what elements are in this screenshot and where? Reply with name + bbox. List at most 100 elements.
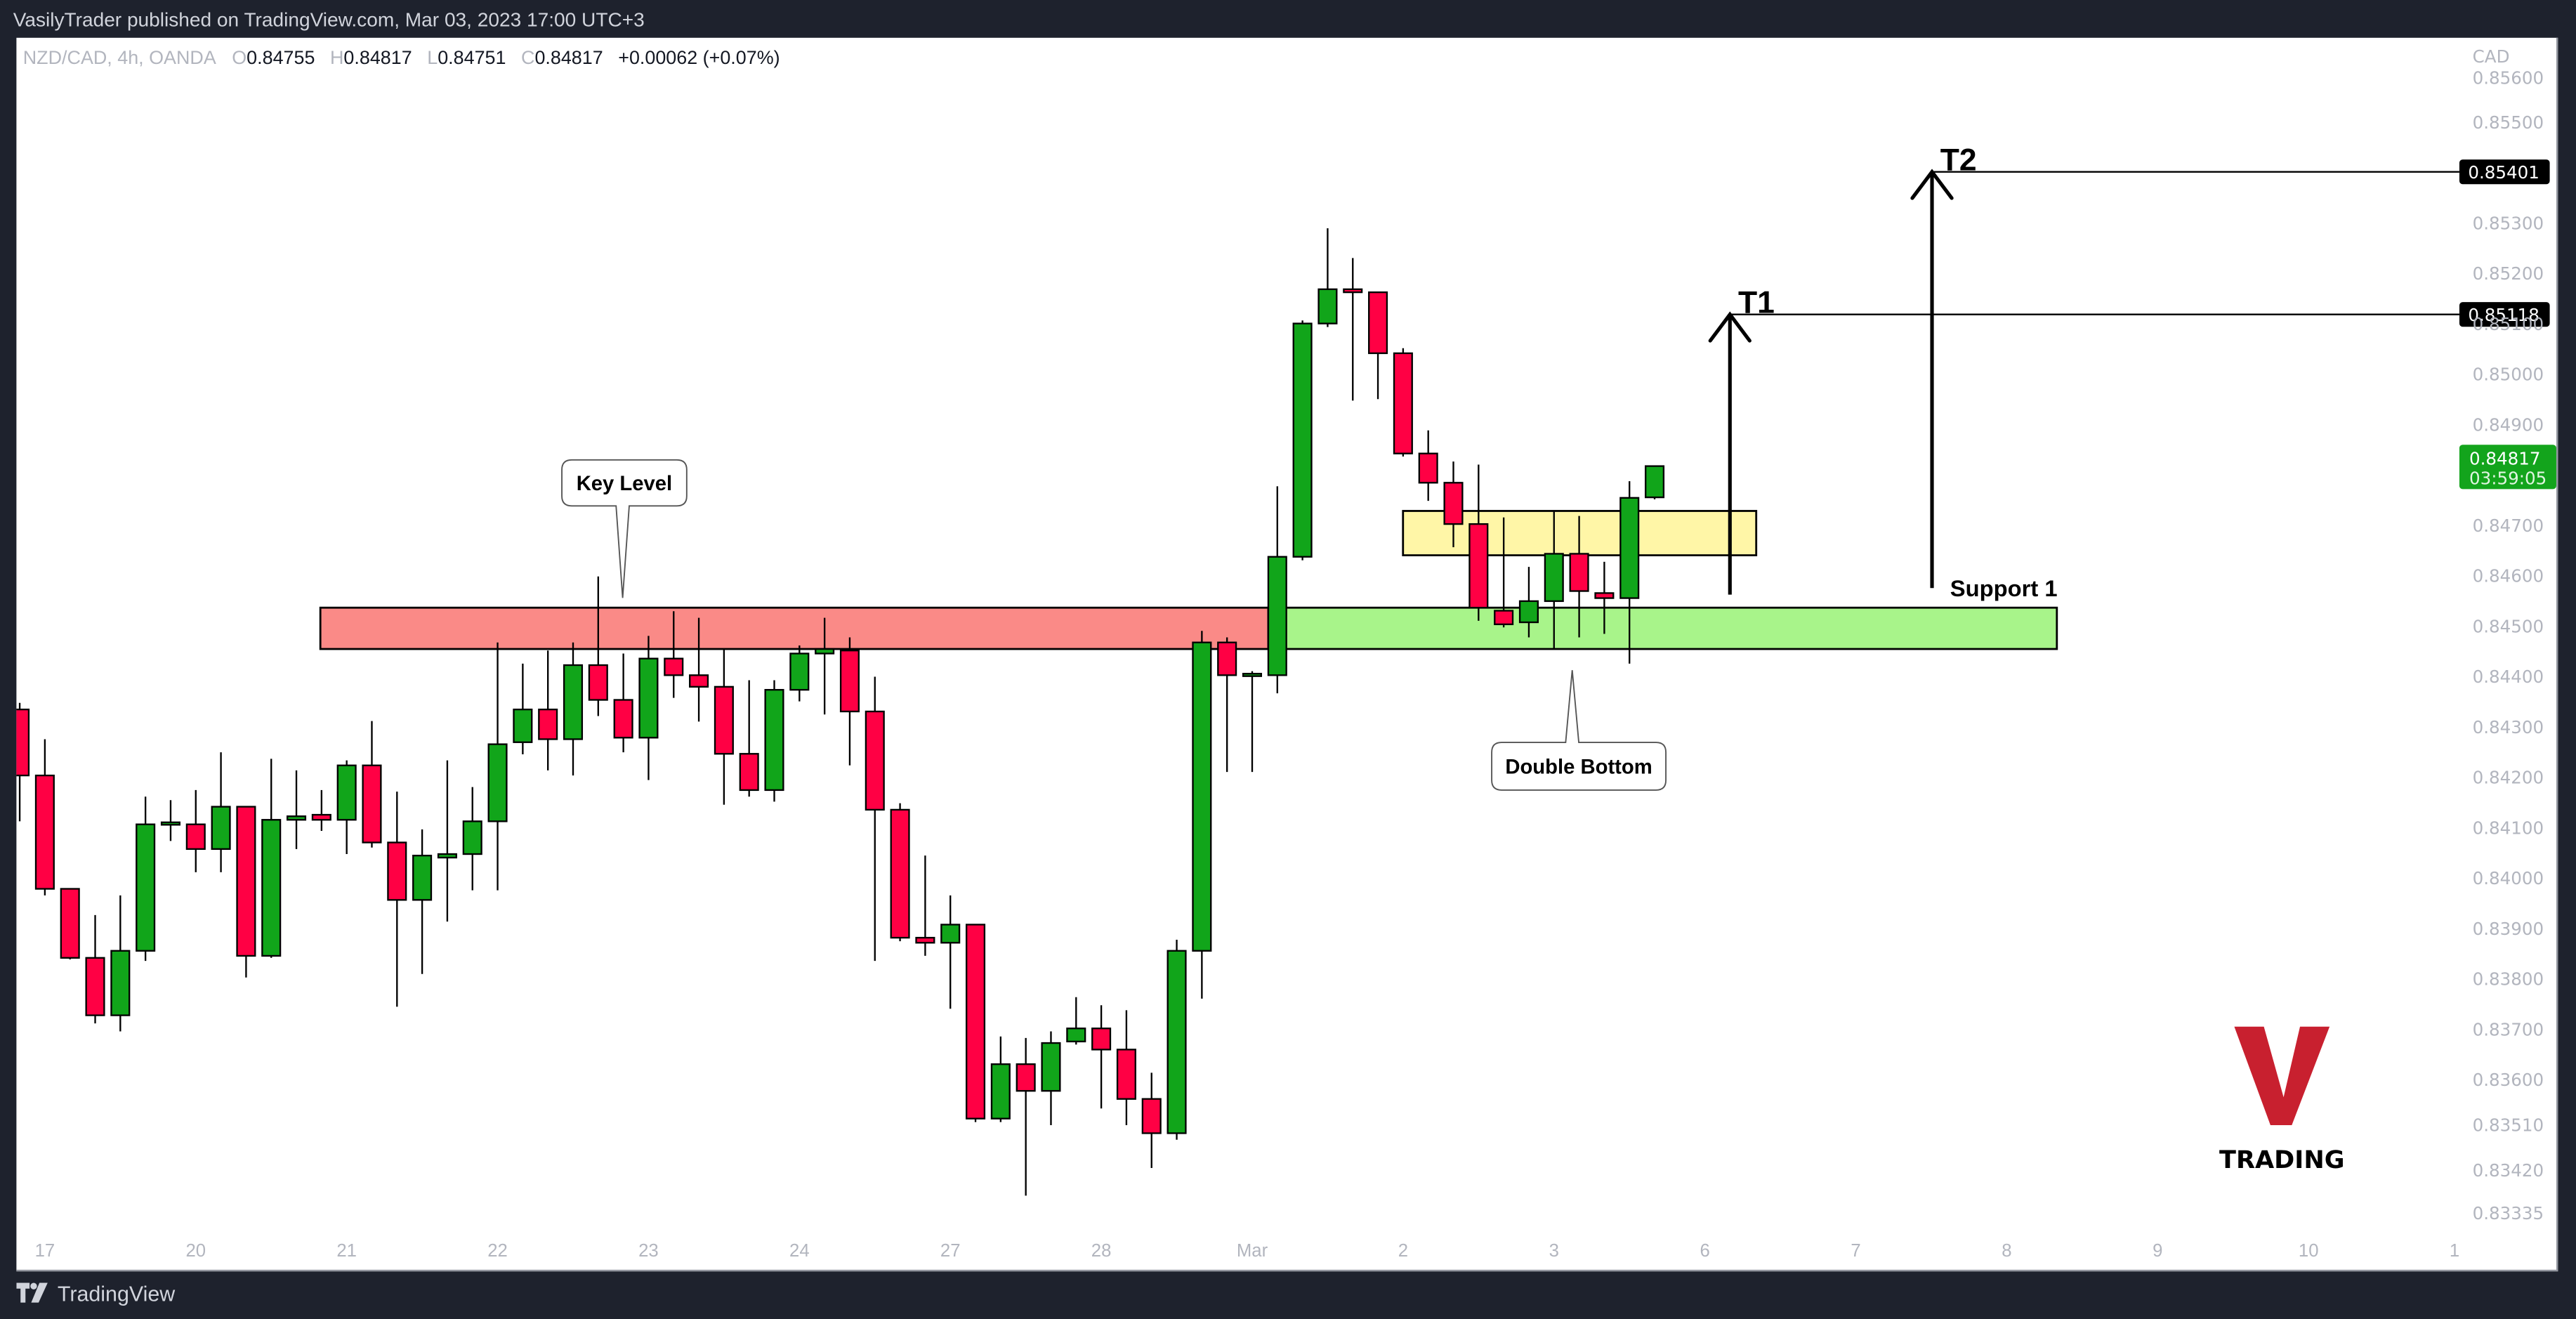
price-tick: 0.84600 — [2473, 566, 2544, 586]
time-tick: 3 — [1549, 1241, 1559, 1261]
double-bottom-callout: Double Bottom — [1491, 670, 1667, 791]
candle-body — [136, 823, 156, 952]
candle — [613, 653, 633, 753]
candle-body — [1192, 641, 1212, 952]
watermark-text: TRADING — [2219, 1146, 2344, 1174]
open-value: 0.84755 — [247, 49, 315, 70]
candle — [211, 752, 231, 872]
time-tick: 28 — [1091, 1241, 1112, 1261]
candle — [739, 680, 759, 797]
candle-body — [1468, 523, 1489, 609]
candle — [563, 642, 584, 776]
candle — [1192, 631, 1212, 999]
candle — [1116, 1010, 1136, 1125]
candle — [965, 924, 986, 1122]
time-tick: 24 — [789, 1241, 810, 1261]
candle-body — [789, 652, 810, 691]
candle-body — [387, 841, 407, 901]
high-label: H — [329, 49, 344, 70]
candle-body — [1518, 600, 1539, 624]
time-tick: 23 — [638, 1241, 659, 1261]
candle-body — [1343, 288, 1363, 294]
candle — [513, 663, 533, 754]
price-tick: 0.84100 — [2473, 818, 2544, 838]
candle — [236, 806, 256, 978]
price-tick: 0.83600 — [2473, 1070, 2544, 1090]
low-value: 0.84751 — [438, 49, 506, 70]
candle — [1217, 637, 1237, 773]
chart-canvas[interactable]: Key Level Double Bottom Support 1T1 0.85118… — [0, 0, 2576, 1319]
candle-body — [1267, 556, 1287, 676]
time-tick: 10 — [2299, 1241, 2319, 1261]
candle-body — [1317, 288, 1338, 324]
candle — [412, 829, 433, 974]
candle-body — [940, 924, 961, 944]
time-tick: 22 — [487, 1241, 508, 1261]
time-tick: 21 — [336, 1241, 357, 1261]
price-tag-label: 0.85401 — [2468, 162, 2539, 183]
support-zone — [1267, 606, 2058, 650]
candle-body — [85, 957, 105, 1016]
candle — [487, 642, 508, 891]
low-label: L — [427, 49, 438, 70]
price-tick: 0.85600 — [2473, 67, 2544, 88]
candle-body — [1494, 610, 1514, 626]
candle-body — [890, 808, 910, 939]
candle — [1343, 258, 1363, 401]
footer-brand[interactable]: TradingView — [16, 1281, 175, 1306]
candle-body — [538, 708, 558, 740]
candle-body — [60, 888, 80, 959]
time-tick: 17 — [35, 1241, 55, 1261]
candle — [1167, 939, 1187, 1140]
time-tick: 2 — [1398, 1241, 1408, 1261]
candle — [16, 702, 30, 822]
t2-target: T2 0.85401 — [1910, 143, 2550, 589]
target-label: T1 — [1738, 285, 1775, 320]
candle-body — [1644, 465, 1665, 499]
candle — [1368, 291, 1388, 400]
price-tick: 0.85500 — [2473, 112, 2544, 133]
candle-body — [261, 819, 282, 957]
candle — [437, 760, 457, 922]
candle — [336, 760, 357, 855]
price-tick: 0.84500 — [2473, 616, 2544, 636]
candle — [110, 895, 131, 1032]
candle-body — [160, 821, 180, 826]
candle-body — [1141, 1098, 1162, 1134]
candle-body — [34, 774, 55, 890]
tradingview-logo-icon — [16, 1282, 48, 1302]
candle — [311, 789, 331, 832]
time-tick: 20 — [185, 1241, 206, 1261]
price-tick: 0.83700 — [2473, 1019, 2544, 1039]
candle — [1468, 464, 1489, 621]
support-1-label: Support 1 — [1950, 575, 2058, 601]
candle-body — [613, 699, 633, 739]
candle-body — [839, 650, 860, 713]
candle-body — [865, 710, 885, 811]
candle — [1141, 1072, 1162, 1168]
candle — [1393, 348, 1413, 457]
candle-body — [1443, 482, 1464, 525]
price-tick: 0.84900 — [2473, 414, 2544, 435]
candle-body — [1393, 352, 1413, 454]
close-value: 0.84817 — [534, 49, 603, 70]
candle — [1066, 997, 1086, 1045]
candle — [1292, 320, 1313, 560]
candle — [990, 1036, 1011, 1122]
open-label: O — [232, 49, 247, 70]
symbol-info[interactable]: NZD/CAD, 4h, OANDA — [23, 49, 216, 69]
candle — [538, 650, 558, 770]
bar-countdown-label: 03:59:05 — [2469, 468, 2547, 488]
candle — [387, 792, 407, 1007]
candle-body — [1041, 1042, 1061, 1092]
candle — [638, 636, 659, 780]
close-label: C — [520, 49, 535, 70]
candle-body — [462, 820, 482, 855]
candle-body — [16, 708, 30, 777]
v-trading-watermark: TRADING — [2219, 1026, 2345, 1174]
change-value: +0.00062 (+0.07%) — [618, 49, 780, 70]
candle — [261, 759, 282, 958]
candle — [890, 803, 910, 942]
candle-body — [1619, 497, 1640, 599]
candle — [136, 796, 156, 962]
